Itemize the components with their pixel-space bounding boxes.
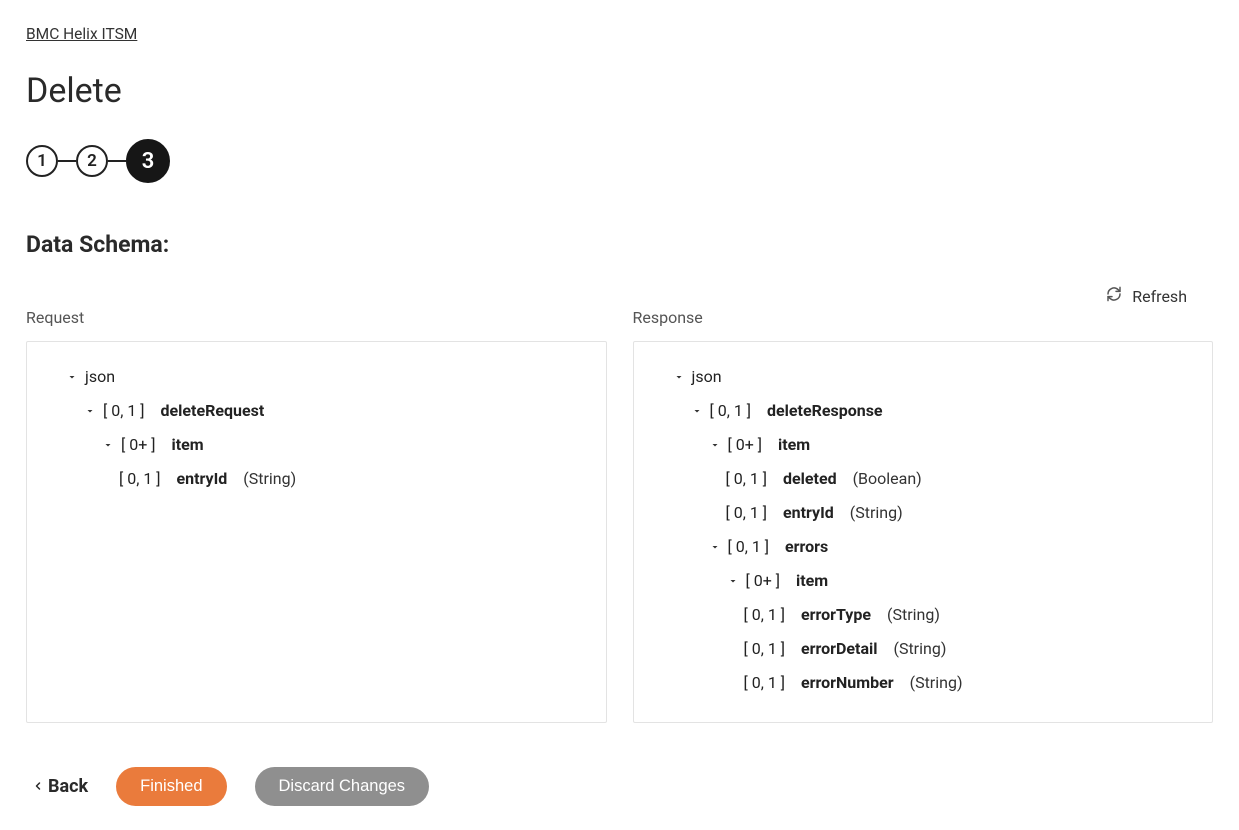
chevron-down-icon[interactable]: [726, 574, 740, 588]
node-type: (Boolean): [853, 467, 922, 491]
tree-row-root[interactable]: json: [654, 360, 1193, 394]
cardinality: [ 0, 1 ]: [726, 501, 768, 525]
refresh-button[interactable]: Refresh: [1106, 286, 1187, 306]
chevron-down-icon[interactable]: [101, 438, 115, 452]
node-name: deleteResponse: [767, 399, 883, 423]
cardinality: [ 0+ ]: [121, 433, 156, 457]
response-panel: json [ 0, 1 ] deleteResponse [ 0+ ] item…: [633, 341, 1214, 723]
node-name: errorDetail: [801, 637, 878, 661]
cardinality: [ 0, 1 ]: [744, 671, 786, 695]
chevron-down-icon[interactable]: [672, 370, 686, 384]
tree-row[interactable]: [ 0, 1 ] errors: [654, 530, 1193, 564]
request-panel-label: Request: [26, 308, 607, 327]
page-title: Delete: [26, 71, 1213, 111]
node-type: (String): [243, 467, 296, 491]
node-name: item: [171, 433, 203, 457]
finished-button[interactable]: Finished: [116, 767, 226, 806]
discard-changes-button[interactable]: Discard Changes: [255, 767, 430, 806]
node-type: (String): [887, 603, 940, 627]
tree-row[interactable]: [ 0+ ] item: [654, 564, 1193, 598]
chevron-down-icon[interactable]: [690, 404, 704, 418]
refresh-label: Refresh: [1132, 287, 1187, 306]
node-name: errorNumber: [801, 671, 894, 695]
tree-row[interactable]: [ 0, 1 ] deleteResponse: [654, 394, 1193, 428]
tree-row[interactable]: [ 0, 1 ] entryId (String): [47, 462, 586, 496]
node-name: deleteRequest: [161, 399, 265, 423]
node-label: json: [692, 365, 722, 389]
node-name: deleted: [783, 467, 837, 491]
step-2[interactable]: 2: [76, 145, 108, 177]
node-name: entryId: [783, 501, 834, 525]
section-title: Data Schema:: [26, 231, 1213, 258]
cardinality: [ 0, 1 ]: [744, 603, 786, 627]
cardinality: [ 0, 1 ]: [103, 399, 145, 423]
step-1[interactable]: 1: [26, 145, 58, 177]
response-panel-label: Response: [633, 308, 1214, 327]
node-type: (String): [850, 501, 903, 525]
chevron-down-icon[interactable]: [83, 404, 97, 418]
cardinality: [ 0, 1 ]: [710, 399, 752, 423]
cardinality: [ 0, 1 ]: [119, 467, 161, 491]
node-name: item: [778, 433, 810, 457]
node-label: json: [85, 365, 115, 389]
tree-row[interactable]: [ 0, 1 ] deleted (Boolean): [654, 462, 1193, 496]
step-connector: [108, 160, 126, 162]
cardinality: [ 0, 1 ]: [728, 535, 770, 559]
node-type: (String): [910, 671, 963, 695]
cardinality: [ 0, 1 ]: [726, 467, 768, 491]
node-type: (String): [893, 637, 946, 661]
tree-row[interactable]: [ 0+ ] item: [654, 428, 1193, 462]
back-button[interactable]: Back: [32, 776, 88, 797]
step-indicator: 1 2 3: [26, 139, 1213, 183]
node-name: errors: [785, 535, 828, 559]
tree-row[interactable]: [ 0, 1 ] errorType (String): [654, 598, 1193, 632]
tree-row[interactable]: [ 0, 1 ] entryId (String): [654, 496, 1193, 530]
tree-row[interactable]: [ 0, 1 ] errorDetail (String): [654, 632, 1193, 666]
chevron-down-icon[interactable]: [708, 540, 722, 554]
tree-row[interactable]: [ 0, 1 ] errorNumber (String): [654, 666, 1193, 700]
cardinality: [ 0, 1 ]: [744, 637, 786, 661]
chevron-down-icon[interactable]: [708, 438, 722, 452]
request-panel: json [ 0, 1 ] deleteRequest [ 0+ ] item …: [26, 341, 607, 723]
tree-row[interactable]: [ 0, 1 ] deleteRequest: [47, 394, 586, 428]
node-name: entryId: [177, 467, 228, 491]
back-label: Back: [48, 776, 88, 797]
breadcrumb-link[interactable]: BMC Helix ITSM: [26, 25, 137, 43]
cardinality: [ 0+ ]: [746, 569, 781, 593]
step-connector: [58, 160, 76, 162]
node-name: item: [796, 569, 828, 593]
refresh-icon: [1106, 286, 1122, 306]
chevron-left-icon: [32, 776, 44, 797]
step-3[interactable]: 3: [126, 139, 170, 183]
chevron-down-icon[interactable]: [65, 370, 79, 384]
node-name: errorType: [801, 603, 871, 627]
cardinality: [ 0+ ]: [728, 433, 763, 457]
tree-row[interactable]: [ 0+ ] item: [47, 428, 586, 462]
tree-row-root[interactable]: json: [47, 360, 586, 394]
